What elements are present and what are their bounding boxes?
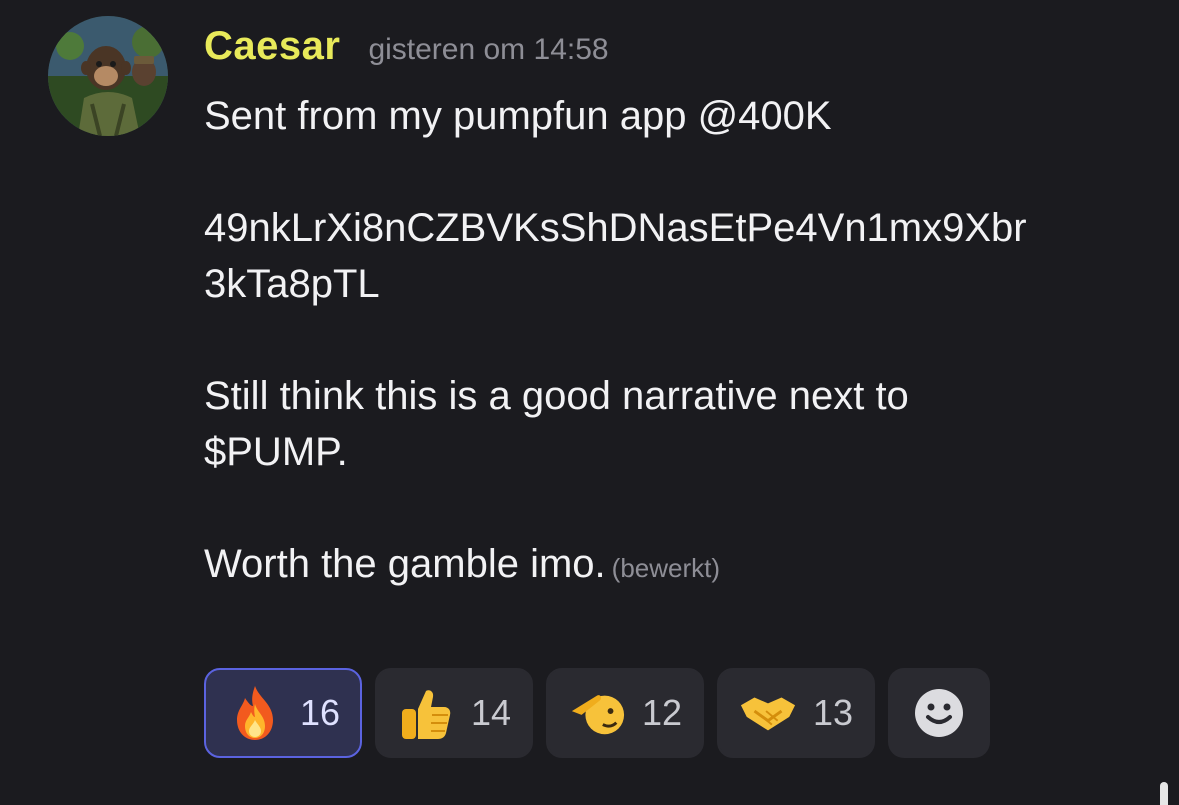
- reaction-fire[interactable]: 16: [204, 668, 362, 758]
- message-line-blank: [204, 312, 1144, 368]
- message-line: Still think this is a good narrative nex…: [204, 374, 909, 418]
- scrollbar-thumb[interactable]: [1160, 782, 1168, 805]
- smiley-icon: [915, 689, 963, 737]
- user-avatar[interactable]: [48, 16, 168, 136]
- add-reaction-button[interactable]: [888, 668, 990, 758]
- reaction-count: 14: [471, 692, 512, 733]
- handshake-icon: [739, 684, 797, 742]
- message-line: 3kTa8pTL: [204, 262, 380, 306]
- message-line: 49nkLrXi8nCZBVKsShDNasEtPe4Vn1mx9Xbr: [204, 206, 1027, 250]
- monkey-avatar-icon: [48, 16, 168, 136]
- reaction-count: 13: [813, 692, 854, 733]
- message-line-blank: [204, 480, 1144, 536]
- message-line-last: Worth the gamble imo. (bewerkt): [204, 536, 1144, 592]
- reaction-bar: 16 14 12 13: [204, 668, 990, 758]
- reaction-count: 16: [300, 692, 341, 733]
- saluting-face-icon: [568, 684, 626, 742]
- message-line-blank: [204, 144, 1144, 200]
- message-line: $PUMP.: [204, 430, 348, 474]
- message-header: Caesar gisteren om 14:58: [204, 24, 609, 69]
- reaction-saluting-face[interactable]: 12: [546, 668, 704, 758]
- message-content: Sent from my pumpfun app @400K 49nkLrXi8…: [204, 88, 1144, 592]
- edited-label: (bewerkt): [611, 553, 721, 583]
- chat-message: Caesar gisteren om 14:58 Sent from my pu…: [0, 0, 1179, 805]
- fire-icon: [226, 684, 284, 742]
- reaction-thumbs-up[interactable]: 14: [375, 668, 533, 758]
- author-name[interactable]: Caesar: [204, 24, 340, 69]
- reaction-count: 12: [642, 692, 683, 733]
- thumbs-up-icon: [397, 684, 455, 742]
- message-line: Sent from my pumpfun app @400K: [204, 94, 832, 138]
- message-timestamp: gisteren om 14:58: [368, 33, 609, 66]
- reaction-handshake[interactable]: 13: [717, 668, 875, 758]
- message-line: Worth the gamble imo.: [204, 542, 606, 586]
